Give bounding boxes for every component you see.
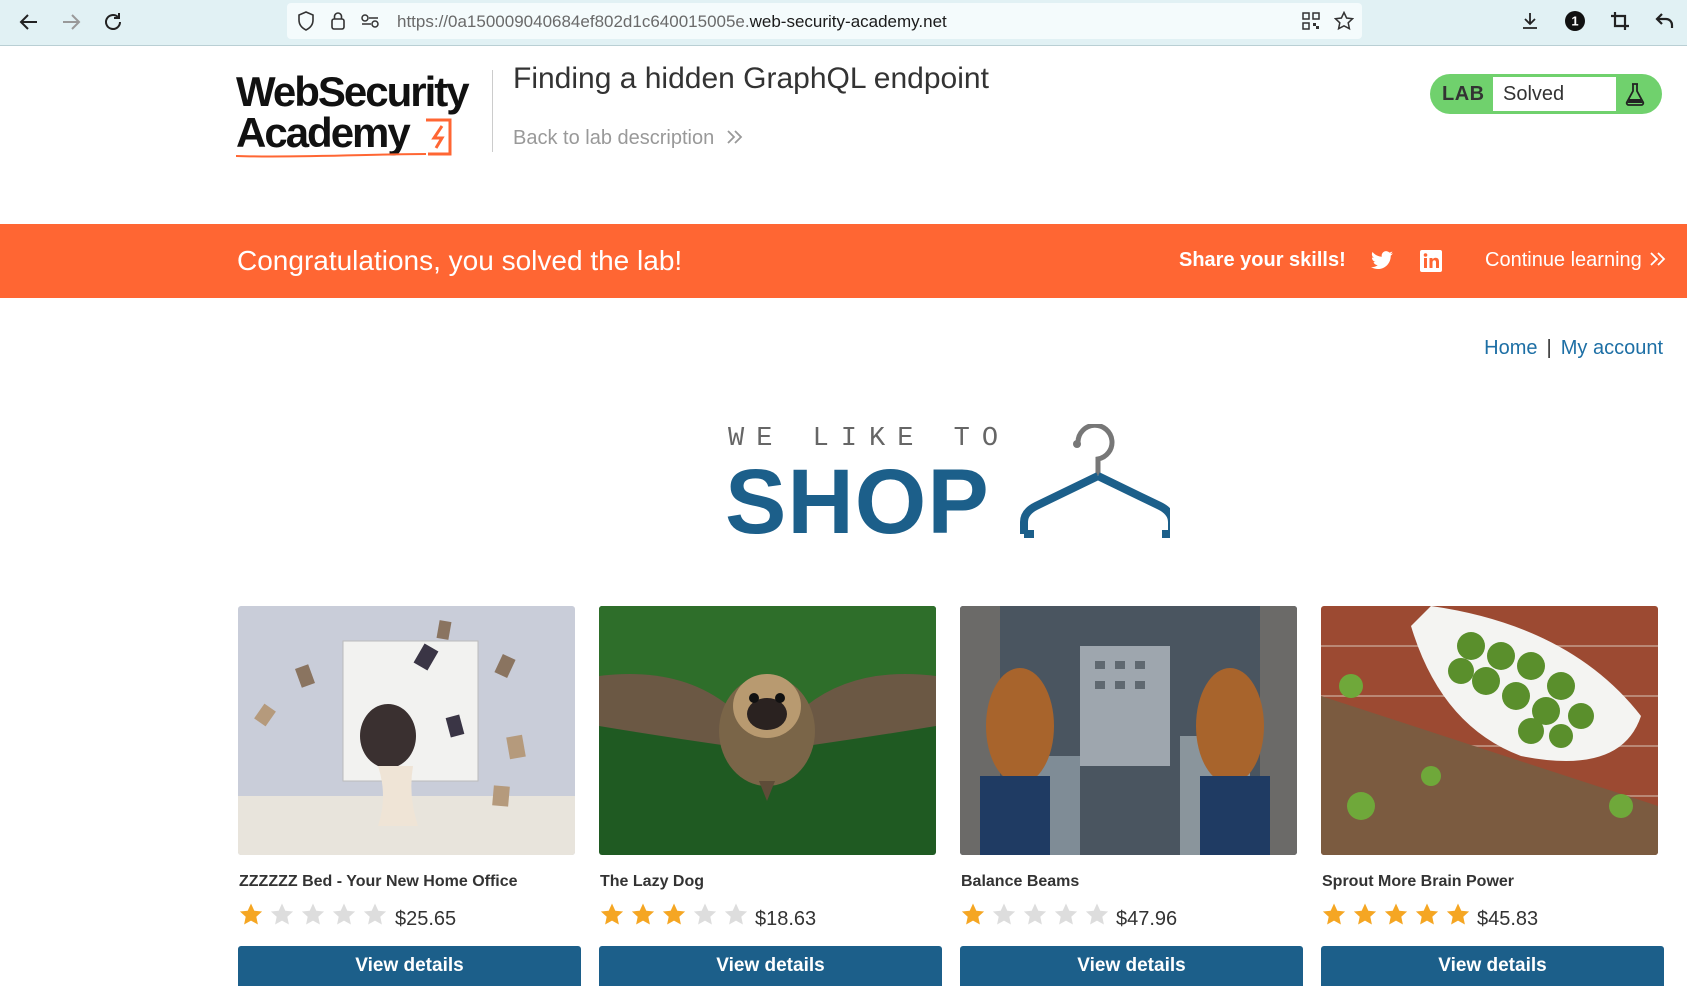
address-bar[interactable]: https://0a150009040684ef802d1c640015005e… [287, 3, 1362, 39]
star-filled-icon [239, 903, 263, 925]
my-account-link[interactable]: My account [1561, 337, 1663, 359]
linkedin-icon[interactable] [1420, 250, 1442, 272]
star-empty-icon [1054, 903, 1078, 925]
lab-title: Finding a hidden GraphQL endpoint [513, 62, 989, 95]
nav-separator: | [1546, 337, 1552, 359]
star-bookmark-icon[interactable] [1333, 10, 1355, 32]
shop-word: SHOP [725, 451, 990, 553]
view-details-button[interactable]: View details [960, 946, 1303, 986]
continue-learning-label: Continue learning [1485, 249, 1642, 271]
star-filled-icon [961, 903, 985, 925]
extension-badge-icon[interactable]: 1 [1563, 9, 1587, 33]
star-empty-icon [693, 903, 717, 925]
star-empty-icon [724, 903, 748, 925]
hanger-icon [1020, 424, 1170, 538]
product-image[interactable] [238, 606, 575, 855]
top-nav: Home | My account [1484, 337, 1663, 360]
product-image[interactable] [960, 606, 1297, 855]
twitter-icon[interactable] [1370, 251, 1394, 271]
header-divider [492, 70, 493, 152]
view-details-button[interactable]: View details [238, 946, 581, 986]
product-card: Balance Beams $47.96 View details [960, 606, 1303, 986]
qr-code-icon[interactable] [1300, 10, 1322, 32]
forward-arrow-icon[interactable] [57, 8, 85, 36]
url-text: https://0a150009040684ef802d1c640015005e… [397, 12, 947, 32]
url-prefix: https://0a150009040684ef802d1c640015005e… [397, 12, 750, 31]
star-empty-icon [1085, 903, 1109, 925]
product-name: ZZZZZZ Bed - Your New Home Office [239, 873, 518, 890]
lab-status-widget: LAB Solved [1430, 74, 1662, 114]
download-icon[interactable] [1518, 9, 1542, 33]
product-card: Sprout More Brain Power $45.83 View deta… [1321, 606, 1664, 986]
star-filled-icon [1353, 903, 1377, 925]
star-empty-icon [332, 903, 356, 925]
view-details-button[interactable]: View details [1321, 946, 1664, 986]
svg-text:WebSecurity: WebSecurity [236, 68, 470, 115]
product-price: $25.65 [395, 908, 457, 930]
banner-message: Congratulations, you solved the lab! [237, 245, 683, 276]
product-name: Sprout More Brain Power [1322, 873, 1515, 890]
product-name: Balance Beams [961, 873, 1080, 890]
crop-icon[interactable] [1608, 9, 1632, 33]
star-filled-icon [1384, 903, 1408, 925]
star-filled-icon [631, 903, 655, 925]
congratulations-banner: Congratulations, you solved the lab! Sha… [0, 224, 1687, 298]
star-filled-icon [1322, 903, 1346, 925]
back-to-lab-description-link[interactable]: Back to lab description [513, 127, 744, 150]
star-empty-icon [363, 903, 387, 925]
back-link-label: Back to lab description [513, 127, 715, 149]
undo-icon[interactable] [1653, 9, 1677, 33]
product-card: ZZZZZZ Bed - Your New Home Office $25.65… [238, 606, 581, 986]
browser-toolbar: https://0a150009040684ef802d1c640015005e… [0, 0, 1687, 46]
star-filled-icon [1446, 903, 1470, 925]
shield-icon[interactable] [295, 10, 317, 32]
flask-icon [1625, 83, 1645, 106]
star-empty-icon [1023, 903, 1047, 925]
star-filled-icon [600, 903, 624, 925]
product-price: $47.96 [1116, 908, 1178, 930]
share-label: Share your skills! [1179, 249, 1346, 271]
product-name: The Lazy Dog [600, 873, 705, 890]
star-empty-icon [301, 903, 325, 925]
svg-text:Academy: Academy [236, 109, 411, 156]
star-empty-icon [992, 903, 1016, 925]
star-empty-icon [270, 903, 294, 925]
web-security-academy-logo[interactable]: WebSecurity Academy [235, 68, 491, 164]
back-arrow-icon[interactable] [15, 8, 43, 36]
double-chevron-right-icon [727, 130, 743, 144]
reload-icon[interactable] [99, 8, 127, 36]
product-rating [238, 902, 393, 930]
permissions-icon[interactable] [359, 10, 381, 32]
home-link[interactable]: Home [1484, 337, 1537, 359]
url-domain: web-security-academy.net [749, 12, 947, 31]
continue-learning-link[interactable]: Continue learning [1485, 249, 1667, 272]
product-price: $18.63 [755, 908, 817, 930]
star-filled-icon [1415, 903, 1439, 925]
product-image[interactable] [1321, 606, 1658, 855]
star-filled-icon [662, 903, 686, 925]
we-like-to-shop-logo: WE LIKE TO SHOP [725, 420, 1178, 553]
product-image[interactable] [599, 606, 936, 855]
lab-status-text: Solved [1493, 77, 1616, 111]
product-rating [960, 902, 1115, 930]
lab-tag: LAB [1442, 83, 1485, 105]
product-rating [599, 902, 754, 930]
lock-icon[interactable] [327, 10, 349, 32]
product-rating [1321, 902, 1476, 930]
product-card: The Lazy Dog $18.63 View details [599, 606, 942, 986]
svg-text:1: 1 [1571, 14, 1578, 29]
view-details-button[interactable]: View details [599, 946, 942, 986]
product-price: $45.83 [1477, 908, 1539, 930]
double-chevron-right-icon [1650, 252, 1666, 266]
